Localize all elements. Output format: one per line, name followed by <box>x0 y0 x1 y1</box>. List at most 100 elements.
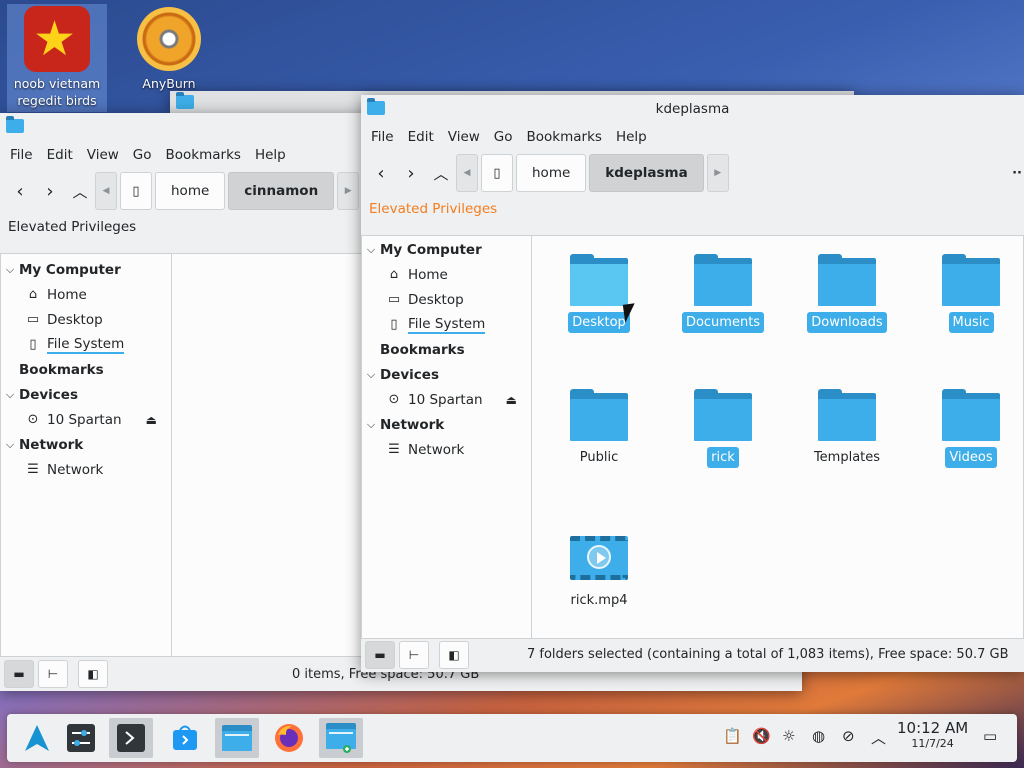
sidebar-item-network[interactable]: ☰ Network <box>362 437 531 462</box>
updates-icon[interactable]: ⊘ <box>842 727 855 745</box>
sidebar-item-file-system[interactable]: ▯ File System <box>362 312 531 337</box>
tray-expand-icon[interactable]: ︿ <box>871 727 886 748</box>
forward-button[interactable]: › <box>396 158 426 188</box>
clock[interactable]: 10:12 AM 11/7/24 <box>897 721 968 751</box>
desktop-icon-label: AnyBurn <box>142 76 196 91</box>
breadcrumb-scroll-right[interactable]: ▶ <box>337 172 360 210</box>
window-titlebar[interactable]: kdeplasma <box>361 95 1024 123</box>
sidebar-item-file-system[interactable]: ▯ File System <box>1 332 171 357</box>
network-icon[interactable]: ◍ <box>812 727 825 745</box>
breadcrumb-scroll-right[interactable]: ▶ <box>706 154 729 192</box>
file-item-label: Desktop <box>568 312 630 333</box>
brightness-icon[interactable]: ☼ <box>782 727 795 745</box>
file-item-videos[interactable]: Videos <box>916 389 1024 468</box>
sidebar-section-devices[interactable]: ⌵ Devices <box>1 382 171 407</box>
software-center-icon <box>173 725 197 750</box>
eject-icon[interactable]: ⏏ <box>506 393 517 407</box>
breadcrumb-device-button[interactable]: ▯ <box>120 172 152 210</box>
file-item-music[interactable]: Music <box>916 254 1024 333</box>
menu-go[interactable]: Go <box>126 147 159 163</box>
menu-bookmarks[interactable]: Bookmarks <box>159 147 248 163</box>
sidebar-section-label: Bookmarks <box>380 341 465 358</box>
clock-date: 11/7/24 <box>911 737 954 750</box>
forward-button[interactable]: › <box>35 176 65 206</box>
sidebar-item-desktop[interactable]: ▭ Desktop <box>362 287 531 312</box>
sidebar-section-my-computer[interactable]: ⌵ My Computer <box>362 237 531 262</box>
up-button[interactable]: ︿ <box>65 176 95 206</box>
sidebar-section-network[interactable]: ⌵ Network <box>362 412 531 437</box>
sidebar-item-home[interactable]: ⌂ Home <box>1 282 171 307</box>
tree-view-icon: ⊢ <box>408 647 420 662</box>
menu-help[interactable]: Help <box>248 147 293 163</box>
sidebar-item-desktop[interactable]: ▭ Desktop <box>1 307 171 332</box>
breadcrumb-scroll-left[interactable]: ◀ <box>95 172 117 210</box>
sidebar-section-bookmarks[interactable]: Bookmarks <box>1 357 171 382</box>
menu-edit[interactable]: Edit <box>40 147 80 163</box>
toggle-sidebar-button[interactable]: ◧ <box>439 640 469 669</box>
taskbar-software-center[interactable] <box>163 718 207 758</box>
sidebar-item-network[interactable]: ☰ Network <box>1 457 171 482</box>
eject-icon[interactable]: ⏏ <box>146 413 157 427</box>
triangle-left-icon: ◀ <box>102 186 110 196</box>
file-item-rick[interactable]: rick <box>668 389 778 468</box>
folder-icon <box>570 254 628 306</box>
toggle-sidebar-button[interactable]: ◧ <box>78 660 108 688</box>
menu-bookmarks[interactable]: Bookmarks <box>520 129 609 145</box>
menu-file[interactable]: File <box>364 129 401 145</box>
folder-icon <box>942 254 1000 306</box>
file-item-desktop[interactable]: Desktop <box>544 254 654 333</box>
taskbar-file-manager-root[interactable] <box>319 718 363 758</box>
taskbar-system-settings[interactable] <box>59 718 103 758</box>
file-item-public[interactable]: Public <box>544 389 654 468</box>
sidebar-item-label: 10 Spartan <box>408 391 483 408</box>
folder-icon <box>818 389 876 441</box>
sidebar-section-bookmarks[interactable]: Bookmarks <box>362 337 531 362</box>
taskbar-file-manager[interactable] <box>215 718 259 758</box>
toggle-places-button[interactable]: ▬ <box>365 640 395 669</box>
up-button[interactable]: ︿ <box>426 158 456 188</box>
sidebar-item-label: 10 Spartan <box>47 411 122 428</box>
file-view-icons[interactable]: Desktop Documents Downloads Music Public… <box>531 235 1024 639</box>
sidebar-section-my-computer[interactable]: ⌵ My Computer <box>1 257 171 282</box>
chevron-up-icon: ︿ <box>433 164 449 183</box>
menu-file[interactable]: File <box>3 147 40 163</box>
menu-edit[interactable]: Edit <box>401 129 441 145</box>
menu-help[interactable]: Help <box>609 129 654 145</box>
toggle-tree-button[interactable]: ⊢ <box>399 640 429 669</box>
breadcrumb-kdeplasma[interactable]: kdeplasma <box>589 154 704 192</box>
toggle-tree-button[interactable]: ⊢ <box>38 660 68 688</box>
taskbar-terminal[interactable] <box>109 718 153 758</box>
desktop-icon-anyburn[interactable]: AnyBurn <box>119 4 219 92</box>
clipboard-icon[interactable]: 📋 <box>723 727 742 745</box>
sidebar-section-label: Network <box>380 416 445 433</box>
menu-view[interactable]: View <box>441 129 487 145</box>
back-button[interactable]: ‹ <box>5 176 35 206</box>
file-item-templates[interactable]: Templates <box>792 389 902 468</box>
overflow-menu-icon[interactable]: ·· <box>1012 166 1022 181</box>
breadcrumb-home[interactable]: home <box>516 154 587 192</box>
volume-muted-icon[interactable]: 🔇 <box>752 727 771 745</box>
sidebar-section-network[interactable]: ⌵ Network <box>1 432 171 457</box>
toggle-places-button[interactable]: ▬ <box>4 660 34 688</box>
menu-view[interactable]: View <box>80 147 126 163</box>
app-launcher-button[interactable] <box>15 718 59 758</box>
sidebar-item-label: Desktop <box>408 291 464 308</box>
back-button[interactable]: ‹ <box>366 158 396 188</box>
breadcrumb-cinnamon[interactable]: cinnamon <box>228 172 335 210</box>
file-item-downloads[interactable]: Downloads <box>792 254 902 333</box>
show-desktop-icon[interactable]: ▭ <box>983 727 997 745</box>
sidebar-section-devices[interactable]: ⌵ Devices <box>362 362 531 387</box>
file-manager-window-kdeplasma[interactable]: kdeplasma File Edit View Go Bookmarks He… <box>361 95 1024 672</box>
sidebar-item-spartan[interactable]: ⊙ 10 Spartan ⏏ <box>362 387 531 412</box>
file-item-documents[interactable]: Documents <box>668 254 778 333</box>
desktop-icon-noob-vietnam[interactable]: ★ noob vietnam regedit birds <box>7 4 107 112</box>
sidebar-item-home[interactable]: ⌂ Home <box>362 262 531 287</box>
breadcrumb-device-button[interactable]: ▯ <box>481 154 513 192</box>
breadcrumb-scroll-left[interactable]: ◀ <box>456 154 478 192</box>
menu-go[interactable]: Go <box>487 129 520 145</box>
chevron-down-icon: ⌵ <box>366 367 376 381</box>
file-item-rick-mp4[interactable]: rick.mp4 <box>544 532 654 611</box>
taskbar-firefox[interactable] <box>267 718 311 758</box>
sidebar-item-spartan[interactable]: ⊙ 10 Spartan ⏏ <box>1 407 171 432</box>
breadcrumb-home[interactable]: home <box>155 172 226 210</box>
